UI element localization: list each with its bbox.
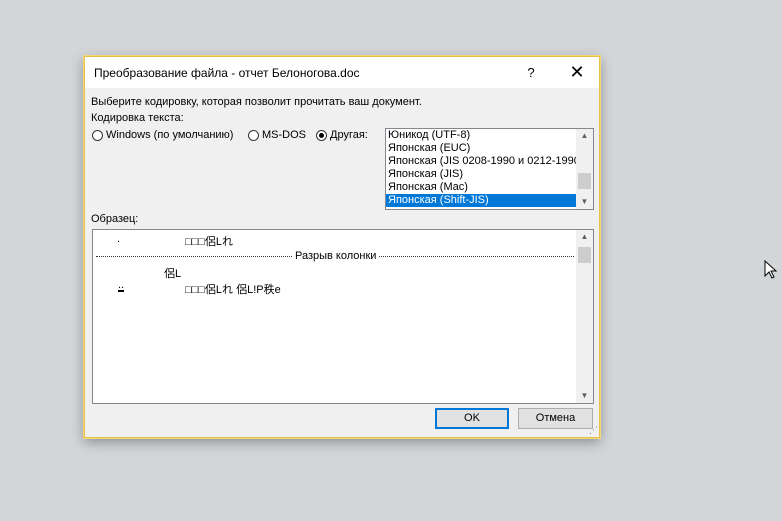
scroll-up-icon[interactable]: ▲ [576, 230, 593, 244]
scroll-thumb[interactable] [578, 247, 591, 263]
radio-msdos[interactable]: MS-DOS [248, 129, 306, 141]
scroll-down-icon[interactable]: ▼ [576, 195, 593, 209]
encoding-listbox[interactable]: Юникод (UTF-8) Японская (EUC) Японская (… [385, 128, 594, 210]
scroll-thumb[interactable] [578, 173, 591, 189]
resize-grip-icon[interactable]: ⋰ [589, 425, 598, 436]
encoding-option[interactable]: Юникод (UTF-8) [386, 129, 576, 142]
encoding-option-selected[interactable]: Японская (Shift-JIS) [386, 194, 576, 207]
preview-line2: 侶L [164, 268, 182, 280]
sample-preview: . □□□侶Lれ Разрыв колонки 侶L .. □□□侶Lれ 侶L!… [92, 229, 594, 404]
help-button[interactable]: ? [508, 57, 554, 88]
dialog-titlebar[interactable]: Преобразование файла - отчет Белоногова.… [85, 57, 599, 88]
radio-msdos-circle[interactable] [248, 129, 259, 141]
preview-scrollbar[interactable]: ▲ ▼ [576, 230, 593, 403]
instruction-text: Выберите кодировку, которая позволит про… [91, 96, 422, 108]
cancel-button[interactable]: Отмена [518, 408, 593, 429]
encoding-scrollbar[interactable]: ▲ ▼ [576, 129, 593, 209]
radio-other[interactable]: Другая: [316, 129, 368, 141]
radio-windows-circle[interactable] [92, 129, 103, 141]
preview-line3-dots: .. [118, 279, 125, 292]
radio-msdos-label: MS-DOS [262, 129, 306, 141]
encoding-label: Кодировка текста: [91, 112, 184, 124]
preview-line1-dot: . [117, 233, 121, 245]
dialog-title: Преобразование файла - отчет Белоногова.… [94, 66, 360, 80]
mouse-pointer-icon [764, 260, 778, 279]
encoding-option[interactable]: Японская (Mac) [386, 181, 576, 194]
preview-line3: □□□侶Lれ 侶L!P秩e [185, 284, 281, 296]
preview-line1: □□□侶Lれ [185, 236, 234, 248]
sample-label: Образец: [91, 213, 139, 225]
encoding-option[interactable]: Японская (EUC) [386, 142, 576, 155]
column-break: Разрыв колонки [96, 250, 574, 262]
column-break-label: Разрыв колонки [292, 250, 380, 262]
file-conversion-dialog: Преобразование файла - отчет Белоногова.… [84, 56, 600, 438]
scroll-down-icon[interactable]: ▼ [576, 389, 593, 403]
encoding-option[interactable]: Японская (JIS) [386, 168, 576, 181]
close-button[interactable]: ✕ [554, 57, 600, 88]
encoding-option[interactable]: Японская (JIS 0208-1990 и 0212-1990) [386, 155, 576, 168]
radio-other-label: Другая: [330, 129, 368, 141]
radio-other-circle[interactable] [316, 129, 327, 141]
ok-button[interactable]: OK [435, 408, 509, 429]
radio-windows-label: Windows (по умолчанию) [106, 129, 234, 141]
radio-windows[interactable]: Windows (по умолчанию) [92, 129, 233, 141]
scroll-up-icon[interactable]: ▲ [576, 129, 593, 143]
